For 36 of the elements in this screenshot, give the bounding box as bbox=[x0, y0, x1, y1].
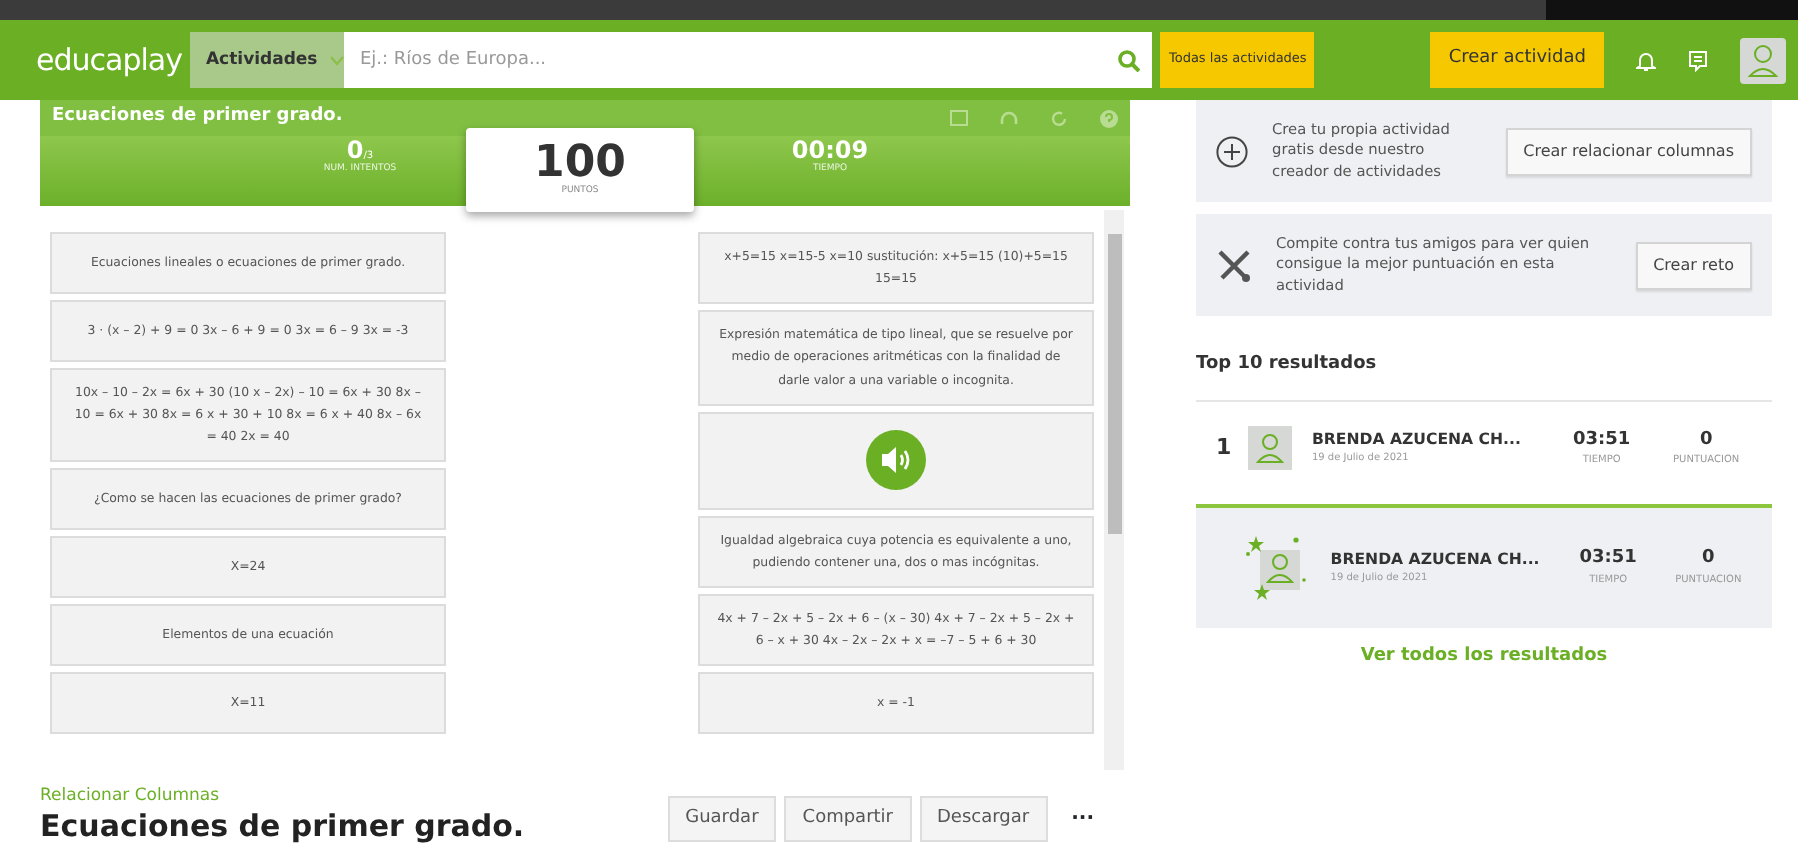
rank: 1 bbox=[1216, 431, 1234, 464]
refresh-icon[interactable] bbox=[1050, 109, 1068, 127]
result-time: 03:51 bbox=[1577, 546, 1639, 572]
action-button[interactable]: Descargar bbox=[919, 795, 1048, 843]
result-time: 03:51 bbox=[1570, 427, 1633, 453]
avatar-icon bbox=[1247, 426, 1292, 470]
swords-icon bbox=[1216, 247, 1252, 283]
plus-icon bbox=[1216, 135, 1248, 167]
headphones-icon[interactable] bbox=[1000, 110, 1018, 126]
message-icon[interactable] bbox=[1688, 49, 1708, 71]
action-button[interactable]: Guardar bbox=[667, 795, 777, 843]
avatar-with-stars-icon bbox=[1246, 535, 1311, 599]
fullscreen-icon[interactable] bbox=[950, 110, 968, 126]
promo-button[interactable]: Crear reto bbox=[1635, 241, 1752, 289]
results-title: Top 10 resultados bbox=[1196, 352, 1379, 378]
game-title: Ecuaciones de primer grado. bbox=[52, 104, 343, 131]
search-button[interactable] bbox=[1106, 32, 1153, 88]
activity-title: Ecuaciones de primer grado. bbox=[40, 809, 525, 843]
speaker-icon bbox=[866, 430, 926, 491]
promo-button[interactable]: Crear relacionar columnas bbox=[1505, 127, 1752, 175]
result-score: 0 bbox=[1700, 546, 1717, 572]
scrollbar[interactable] bbox=[1104, 210, 1124, 770]
match-card[interactable] bbox=[698, 411, 1094, 510]
search-icon bbox=[1118, 49, 1141, 71]
create-activity-button[interactable]: Crear actividad bbox=[1430, 32, 1604, 88]
action-button[interactable]: Compartir bbox=[784, 795, 911, 843]
caret-icon bbox=[329, 55, 344, 65]
result-score: 0 bbox=[1697, 427, 1715, 453]
time-value: 00:09 bbox=[791, 136, 869, 164]
search-field[interactable]: Ej.: Ríos de Europa... bbox=[343, 32, 1107, 88]
points-value: 100 bbox=[534, 141, 626, 186]
more-button[interactable]: ··· bbox=[1071, 804, 1094, 834]
user-icon[interactable] bbox=[1740, 37, 1786, 83]
bell-icon[interactable] bbox=[1636, 49, 1656, 71]
category-dropdown[interactable]: Actividades bbox=[189, 32, 344, 88]
help-icon[interactable] bbox=[1100, 109, 1118, 127]
